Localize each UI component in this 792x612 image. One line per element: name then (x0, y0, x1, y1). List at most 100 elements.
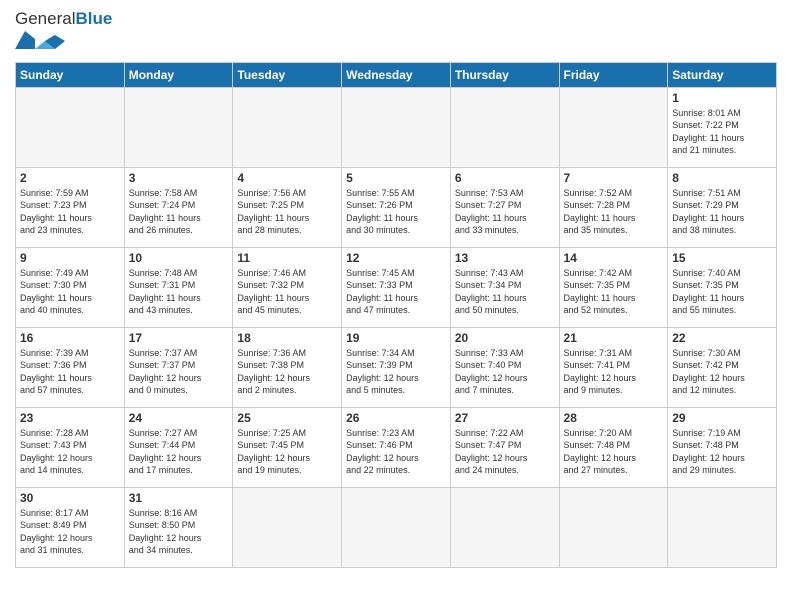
day-info: Sunrise: 7:30 AM Sunset: 7:42 PM Dayligh… (672, 347, 772, 397)
week-row-1: 2Sunrise: 7:59 AM Sunset: 7:23 PM Daylig… (16, 167, 777, 247)
logo-icon (15, 31, 70, 49)
day-info: Sunrise: 7:25 AM Sunset: 7:45 PM Dayligh… (237, 427, 337, 477)
day-number: 18 (237, 331, 337, 345)
weekday-header-sunday: Sunday (16, 62, 125, 87)
calendar-cell (233, 487, 342, 567)
day-info: Sunrise: 7:34 AM Sunset: 7:39 PM Dayligh… (346, 347, 446, 397)
day-number: 15 (672, 251, 772, 265)
calendar-cell (450, 87, 559, 167)
calendar-cell (233, 87, 342, 167)
calendar-cell: 3Sunrise: 7:58 AM Sunset: 7:24 PM Daylig… (124, 167, 233, 247)
weekday-header-wednesday: Wednesday (342, 62, 451, 87)
week-row-2: 9 Sunrise: 7:49 AM Sunset: 7:30 PM Daylig… (16, 247, 777, 327)
day-number: 14 (564, 251, 664, 265)
calendar-cell: 6Sunrise: 7:53 AM Sunset: 7:27 PM Daylig… (450, 167, 559, 247)
calendar-cell (450, 487, 559, 567)
calendar-table: SundayMondayTuesdayWednesdayThursdayFrid… (15, 62, 777, 568)
day-info: Sunrise: 7:39 AM Sunset: 7:36 PM Dayligh… (20, 347, 120, 397)
calendar-cell: 31 Sunrise: 8:16 AM Sunset: 8:50 PM Dayli… (124, 487, 233, 567)
day-number: 6 (455, 171, 555, 185)
calendar-cell: 27Sunrise: 7:22 AM Sunset: 7:47 PM Dayli… (450, 407, 559, 487)
day-info: Sunrise: 7:23 AM Sunset: 7:46 PM Dayligh… (346, 427, 446, 477)
day-number: 3 (129, 171, 229, 185)
day-info: Sunrise: 7:20 AM Sunset: 7:48 PM Dayligh… (564, 427, 664, 477)
day-number: 26 (346, 411, 446, 425)
day-number: 17 (129, 331, 229, 345)
day-info: Sunrise: 8:17 AM Sunset: 8:49 PM Dayligh… (20, 507, 120, 557)
day-info: Sunrise: 7:31 AM Sunset: 7:41 PM Dayligh… (564, 347, 664, 397)
calendar-cell: 14 Sunrise: 7:42 AM Sunset: 7:35 PM Dayli… (559, 247, 668, 327)
weekday-header-thursday: Thursday (450, 62, 559, 87)
calendar-cell: 11Sunrise: 7:46 AM Sunset: 7:32 PM Dayli… (233, 247, 342, 327)
calendar-cell: 23 Sunrise: 7:28 AM Sunset: 7:43 PM Dayli… (16, 407, 125, 487)
calendar-cell: 26 Sunrise: 7:23 AM Sunset: 7:46 PM Dayli… (342, 407, 451, 487)
day-number: 5 (346, 171, 446, 185)
calendar-cell: 29 Sunrise: 7:19 AM Sunset: 7:48 PM Dayli… (668, 407, 777, 487)
day-number: 24 (129, 411, 229, 425)
day-info: Sunrise: 7:49 AM Sunset: 7:30 PM Dayligh… (20, 267, 120, 317)
day-number: 23 (20, 411, 120, 425)
calendar-page: GeneralBlue SundayMondayTuesdayWednesday… (0, 0, 792, 612)
calendar-cell (16, 87, 125, 167)
logo-text-bold: Blue (75, 9, 112, 28)
calendar-cell: 13Sunrise: 7:43 AM Sunset: 7:34 PM Dayli… (450, 247, 559, 327)
day-number: 12 (346, 251, 446, 265)
day-number: 10 (129, 251, 229, 265)
calendar-cell: 7Sunrise: 7:52 AM Sunset: 7:28 PM Daylig… (559, 167, 668, 247)
day-info: Sunrise: 7:27 AM Sunset: 7:44 PM Dayligh… (129, 427, 229, 477)
weekday-header-tuesday: Tuesday (233, 62, 342, 87)
weekday-header-friday: Friday (559, 62, 668, 87)
calendar-cell (559, 87, 668, 167)
day-info: Sunrise: 7:22 AM Sunset: 7:47 PM Dayligh… (455, 427, 555, 477)
calendar-cell: 4 Sunrise: 7:56 AM Sunset: 7:25 PM Daylig… (233, 167, 342, 247)
day-number: 1 (672, 91, 772, 105)
calendar-cell: 9 Sunrise: 7:49 AM Sunset: 7:30 PM Daylig… (16, 247, 125, 327)
calendar-cell: 20Sunrise: 7:33 AM Sunset: 7:40 PM Dayli… (450, 327, 559, 407)
day-number: 16 (20, 331, 120, 345)
calendar-cell: 18 Sunrise: 7:36 AM Sunset: 7:38 PM Dayli… (233, 327, 342, 407)
day-info: Sunrise: 7:40 AM Sunset: 7:35 PM Dayligh… (672, 267, 772, 317)
day-info: Sunrise: 7:45 AM Sunset: 7:33 PM Dayligh… (346, 267, 446, 317)
day-number: 21 (564, 331, 664, 345)
weekday-header-row: SundayMondayTuesdayWednesdayThursdayFrid… (16, 62, 777, 87)
day-info: Sunrise: 7:28 AM Sunset: 7:43 PM Dayligh… (20, 427, 120, 477)
calendar-cell: 17Sunrise: 7:37 AM Sunset: 7:37 PM Dayli… (124, 327, 233, 407)
weekday-header-saturday: Saturday (668, 62, 777, 87)
calendar-cell (559, 487, 668, 567)
day-info: Sunrise: 7:52 AM Sunset: 7:28 PM Dayligh… (564, 187, 664, 237)
day-info: Sunrise: 7:42 AM Sunset: 7:35 PM Dayligh… (564, 267, 664, 317)
day-info: Sunrise: 7:56 AM Sunset: 7:25 PM Dayligh… (237, 187, 337, 237)
header: GeneralBlue (15, 10, 777, 54)
calendar-cell (668, 487, 777, 567)
week-row-3: 16 Sunrise: 7:39 AM Sunset: 7:36 PM Dayli… (16, 327, 777, 407)
calendar-cell: 30 Sunrise: 8:17 AM Sunset: 8:49 PM Dayli… (16, 487, 125, 567)
calendar-cell: 16 Sunrise: 7:39 AM Sunset: 7:36 PM Dayli… (16, 327, 125, 407)
day-number: 22 (672, 331, 772, 345)
day-number: 29 (672, 411, 772, 425)
day-info: Sunrise: 7:43 AM Sunset: 7:34 PM Dayligh… (455, 267, 555, 317)
day-info: Sunrise: 7:55 AM Sunset: 7:26 PM Dayligh… (346, 187, 446, 237)
day-info: Sunrise: 7:48 AM Sunset: 7:31 PM Dayligh… (129, 267, 229, 317)
calendar-cell: 25Sunrise: 7:25 AM Sunset: 7:45 PM Dayli… (233, 407, 342, 487)
calendar-cell: 2Sunrise: 7:59 AM Sunset: 7:23 PM Daylig… (16, 167, 125, 247)
day-number: 9 (20, 251, 120, 265)
calendar-cell: 10 Sunrise: 7:48 AM Sunset: 7:31 PM Dayli… (124, 247, 233, 327)
day-info: Sunrise: 7:36 AM Sunset: 7:38 PM Dayligh… (237, 347, 337, 397)
day-info: Sunrise: 7:51 AM Sunset: 7:29 PM Dayligh… (672, 187, 772, 237)
day-number: 30 (20, 491, 120, 505)
calendar-cell: 24 Sunrise: 7:27 AM Sunset: 7:44 PM Dayli… (124, 407, 233, 487)
day-info: Sunrise: 7:19 AM Sunset: 7:48 PM Dayligh… (672, 427, 772, 477)
day-number: 11 (237, 251, 337, 265)
day-number: 2 (20, 171, 120, 185)
day-number: 20 (455, 331, 555, 345)
day-info: Sunrise: 8:16 AM Sunset: 8:50 PM Dayligh… (129, 507, 229, 557)
calendar-cell: 8Sunrise: 7:51 AM Sunset: 7:29 PM Daylig… (668, 167, 777, 247)
calendar-cell: 5 Sunrise: 7:55 AM Sunset: 7:26 PM Daylig… (342, 167, 451, 247)
day-number: 31 (129, 491, 229, 505)
calendar-cell: 1Sunrise: 8:01 AM Sunset: 7:22 PM Daylig… (668, 87, 777, 167)
week-row-4: 23 Sunrise: 7:28 AM Sunset: 7:43 PM Dayli… (16, 407, 777, 487)
day-number: 19 (346, 331, 446, 345)
day-number: 4 (237, 171, 337, 185)
calendar-cell (342, 87, 451, 167)
calendar-cell: 21 Sunrise: 7:31 AM Sunset: 7:41 PM Dayli… (559, 327, 668, 407)
